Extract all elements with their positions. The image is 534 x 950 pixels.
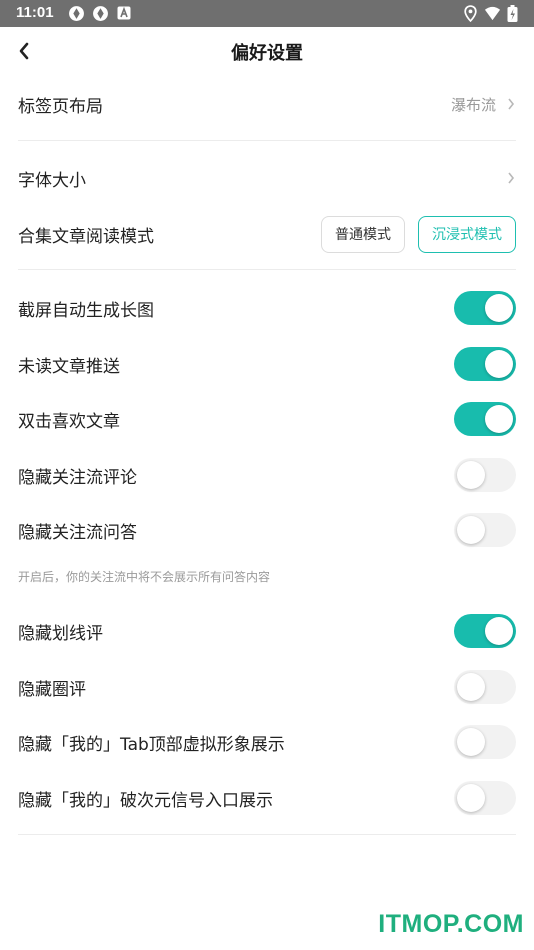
battery-icon: [507, 5, 518, 22]
hide-signal-entry-toggle[interactable]: [454, 781, 516, 815]
divider: [18, 140, 516, 141]
tab-layout-row[interactable]: 标签页布局 瀑布流: [18, 80, 516, 128]
toggle-knob: [485, 405, 513, 433]
mode-button-group: 普通模式 沉浸式模式: [321, 215, 516, 253]
hide-follow-qa-toggle[interactable]: [454, 513, 516, 547]
qa-hint-text: 开启后，你的关注流中将不会展示所有问答内容: [18, 570, 271, 584]
location-icon: [464, 5, 477, 22]
page-title: 偏好设置: [231, 43, 303, 64]
hide-avatar-display-toggle[interactable]: [454, 725, 516, 759]
collection-mode-row: 合集文章阅读模式 普通模式 沉浸式模式: [18, 210, 516, 258]
divider: [18, 834, 516, 835]
notification-icon: [69, 6, 84, 21]
hide-follow-qa-row: 隐藏关注流问答: [18, 506, 516, 554]
notification-icon: [93, 6, 108, 21]
hide-avatar-display-row: 隐藏「我的」Tab顶部虚拟形象展示: [18, 718, 516, 766]
nav-bar: 偏好设置: [0, 27, 534, 77]
toggle-knob: [457, 673, 485, 701]
hide-signal-entry-row: 隐藏「我的」破次元信号入口展示: [18, 774, 516, 822]
toggle-knob: [485, 350, 513, 378]
toggle-knob: [457, 516, 485, 544]
normal-mode-button[interactable]: 普通模式: [321, 215, 405, 253]
toggle-knob: [485, 617, 513, 645]
wifi-icon: [484, 6, 501, 21]
divider: [18, 269, 516, 270]
hide-circle-comments-toggle[interactable]: [454, 670, 516, 704]
tab-layout-right: 瀑布流: [451, 94, 516, 115]
screenshot-long-image-toggle[interactable]: [454, 291, 516, 325]
chevron-right-icon: [508, 98, 515, 110]
hide-circle-comments-row: 隐藏圈评: [18, 663, 516, 711]
status-time: 11:01: [16, 4, 54, 21]
double-tap-like-row: 双击喜欢文章: [18, 395, 516, 443]
toggle-label: 未读文章推送: [18, 356, 120, 377]
hide-follow-comments-row: 隐藏关注流评论: [18, 451, 516, 499]
font-size-row[interactable]: 字体大小: [18, 154, 516, 202]
hide-underline-comments-toggle[interactable]: [454, 614, 516, 648]
font-size-label: 字体大小: [18, 170, 86, 191]
toggle-label: 双击喜欢文章: [18, 411, 120, 432]
chevron-right-icon: [508, 172, 515, 184]
double-tap-like-toggle[interactable]: [454, 402, 516, 436]
toggle-label: 隐藏划线评: [18, 623, 103, 644]
toggle-label: 隐藏「我的」破次元信号入口展示: [18, 790, 273, 811]
collection-mode-label: 合集文章阅读模式: [18, 226, 154, 247]
tab-layout-label: 标签页布局: [18, 96, 103, 117]
immersive-mode-button[interactable]: 沉浸式模式: [418, 215, 516, 253]
toggle-label: 截屏自动生成长图: [18, 300, 154, 321]
toggle-label: 隐藏关注流评论: [18, 467, 137, 488]
toggle-label: 隐藏关注流问答: [18, 522, 137, 543]
unread-push-toggle[interactable]: [454, 347, 516, 381]
unread-push-row: 未读文章推送: [18, 340, 516, 388]
toggle-knob: [457, 784, 485, 812]
toggle-label: 隐藏「我的」Tab顶部虚拟形象展示: [18, 734, 285, 755]
toggle-label: 隐藏圈评: [18, 679, 86, 700]
app-icon: [117, 6, 131, 20]
toggle-knob: [457, 461, 485, 489]
status-bar: 11:01: [0, 0, 534, 27]
hide-follow-comments-toggle[interactable]: [454, 458, 516, 492]
tab-layout-value: 瀑布流: [450, 95, 496, 114]
hide-underline-comments-row: 隐藏划线评: [18, 607, 516, 655]
toggle-knob: [485, 294, 513, 322]
watermark-logo: ITMOP.COM: [378, 910, 524, 938]
toggle-knob: [457, 728, 485, 756]
screenshot-long-image-row: 截屏自动生成长图: [18, 284, 516, 332]
